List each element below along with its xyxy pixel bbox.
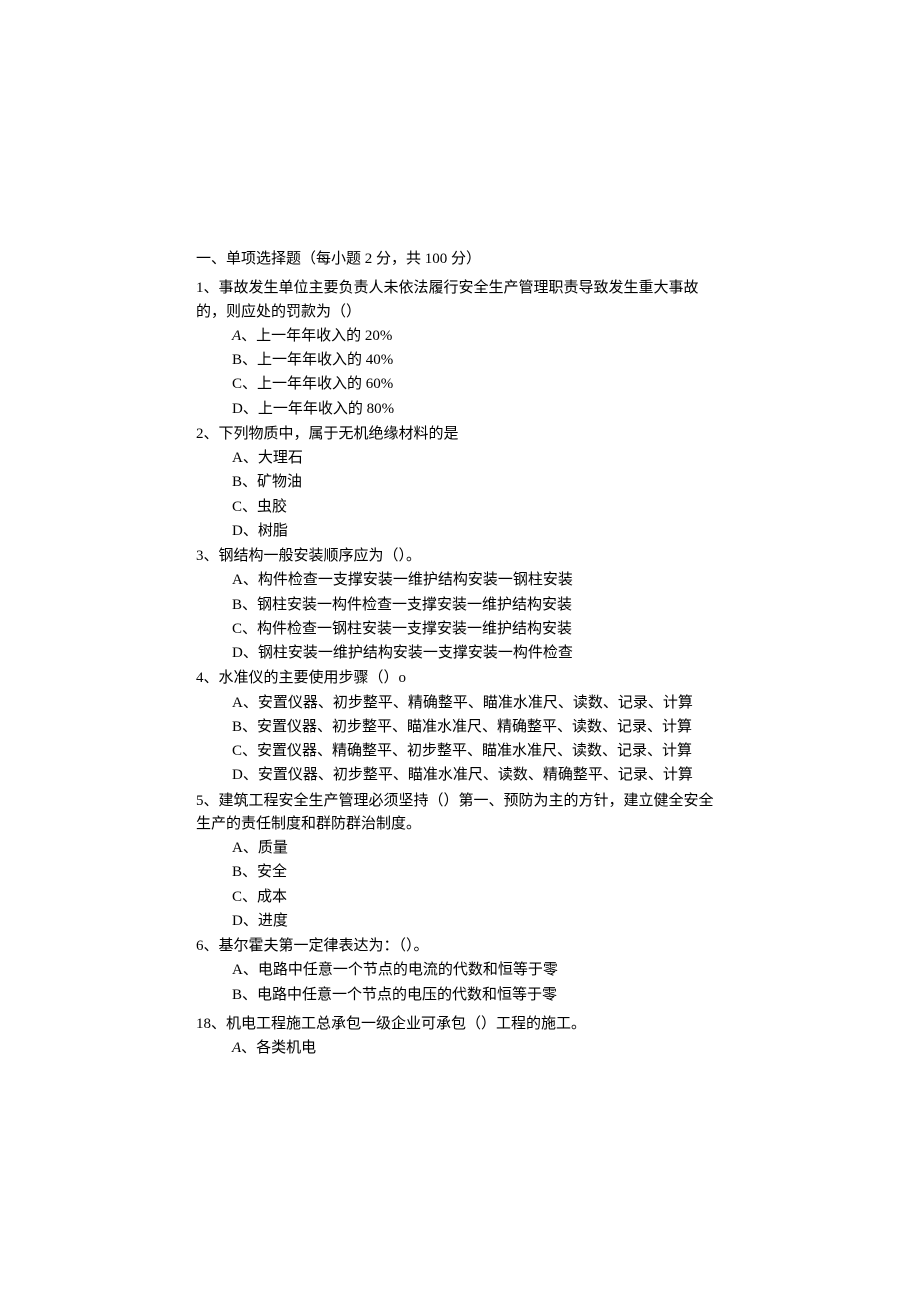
option-label: B	[232, 719, 242, 735]
option-text: 、构件检查一钢柱安装一支撑安装一维护结构安装	[242, 621, 572, 637]
question-5-option-c: C、成本	[232, 886, 724, 909]
option-text: 、树脂	[243, 523, 288, 539]
question-2-option-b: B、矿物油	[232, 471, 724, 494]
question-4-stem: 4、水准仪的主要使用步骤（）o	[196, 667, 724, 690]
question-6-option-b: B、电路中任意一个节点的电压的代数和恒等于零	[232, 984, 724, 1007]
option-text: 、上一年年收入的 60%	[242, 376, 393, 392]
question-4-option-d: D、安置仪器、初步整平、瞄准水准尺、读数、精确整平、记录、计算	[232, 764, 724, 787]
option-text: 、成本	[242, 889, 287, 905]
option-text: 、钢柱安装一维护结构安装一支撑安装一构件检查	[243, 645, 573, 661]
option-label: A	[232, 962, 243, 978]
option-label: A	[232, 1040, 241, 1056]
question-18: 18、机电工程施工总承包一级企业可承包（）工程的施工。 A、各类机电	[196, 1013, 724, 1061]
section-title: 一、单项选择题（每小题 2 分，共 100 分）	[196, 248, 724, 271]
option-label: C	[232, 621, 242, 637]
option-label: A	[232, 840, 243, 856]
question-2-option-a: A、大理石	[232, 447, 724, 470]
option-label: B	[232, 597, 242, 613]
option-text: 、安置仪器、精确整平、初步整平、瞄准水准尺、读数、记录、计算	[242, 743, 692, 759]
option-text: 、质量	[243, 840, 288, 856]
option-label: A	[232, 328, 241, 344]
option-text: 、钢柱安装一构件检查一支撑安装一维护结构安装	[242, 597, 572, 613]
option-text: 、大理石	[243, 450, 303, 466]
question-6-stem: 6、基尔霍夫第一定律表达为：（）。	[196, 935, 724, 958]
option-text: 、电路中任意一个节点的电压的代数和恒等于零	[242, 987, 557, 1003]
question-2-stem: 2、下列物质中，属于无机绝缘材料的是	[196, 423, 724, 446]
question-5-stem: 5、建筑工程安全生产管理必须坚持（）第一、预防为主的方针，建立健全安全生产的责任…	[196, 790, 724, 837]
question-4: 4、水准仪的主要使用步骤（）o A、安置仪器、初步整平、精确整平、瞄准水准尺、读…	[196, 667, 724, 787]
option-label: C	[232, 743, 242, 759]
option-label: C	[232, 889, 242, 905]
option-label: D	[232, 767, 243, 783]
question-5-option-d: D、进度	[232, 910, 724, 933]
option-text: 、安全	[242, 864, 287, 880]
question-3-option-a: A、构件检查一支撑安装一维护结构安装一钢柱安装	[232, 569, 724, 592]
option-text: 、进度	[243, 913, 288, 929]
question-18-stem: 18、机电工程施工总承包一级企业可承包（）工程的施工。	[196, 1013, 724, 1036]
question-3-stem: 3、钢结构一般安装顺序应为（）。	[196, 545, 724, 568]
question-2: 2、下列物质中，属于无机绝缘材料的是 A、大理石 B、矿物油 C、虫胶 D、树脂	[196, 423, 724, 543]
question-4-option-a: A、安置仪器、初步整平、精确整平、瞄准水准尺、读数、记录、计算	[232, 692, 724, 715]
question-3: 3、钢结构一般安装顺序应为（）。 A、构件检查一支撑安装一维护结构安装一钢柱安装…	[196, 545, 724, 665]
option-text: 、电路中任意一个节点的电流的代数和恒等于零	[243, 962, 558, 978]
question-2-option-c: C、虫胶	[232, 496, 724, 519]
question-3-option-c: C、构件检查一钢柱安装一支撑安装一维护结构安装	[232, 618, 724, 641]
option-text: 、安置仪器、初步整平、瞄准水准尺、精确整平、读数、记录、计算	[242, 719, 692, 735]
option-text: 、矿物油	[242, 474, 302, 490]
option-label: A	[232, 695, 243, 711]
option-label: A	[232, 450, 243, 466]
option-label: D	[232, 401, 243, 417]
option-label: A	[232, 572, 243, 588]
option-label: D	[232, 523, 243, 539]
option-text: 、虫胶	[242, 499, 287, 515]
option-label: B	[232, 987, 242, 1003]
option-label: D	[232, 913, 243, 929]
question-1-option-b: B、上一年年收入的 40%	[232, 349, 724, 372]
option-label: C	[232, 376, 242, 392]
question-1-stem: 1、事故发生单位主要负责人未依法履行安全生产管理职责导致发生重大事故的，则应处的…	[196, 277, 724, 324]
question-2-option-d: D、树脂	[232, 520, 724, 543]
option-text: 、安置仪器、初步整平、精确整平、瞄准水准尺、读数、记录、计算	[243, 695, 693, 711]
option-text: 、构件检查一支撑安装一维护结构安装一钢柱安装	[243, 572, 573, 588]
option-text: 、安置仪器、初步整平、瞄准水准尺、读数、精确整平、记录、计算	[243, 767, 693, 783]
option-label: C	[232, 499, 242, 515]
question-5-option-a: A、质量	[232, 837, 724, 860]
question-1-option-d: D、上一年年收入的 80%	[232, 398, 724, 421]
question-5: 5、建筑工程安全生产管理必须坚持（）第一、预防为主的方针，建立健全安全生产的责任…	[196, 790, 724, 934]
question-1-option-a: A、上一年年收入的 20%	[232, 325, 724, 348]
option-text: 、上一年年收入的 80%	[243, 401, 394, 417]
question-3-option-b: B、钢柱安装一构件检查一支撑安装一维护结构安装	[232, 594, 724, 617]
option-label: B	[232, 474, 242, 490]
question-3-option-d: D、钢柱安装一维护结构安装一支撑安装一构件检查	[232, 642, 724, 665]
option-label: D	[232, 645, 243, 661]
question-18-option-a: A、各类机电	[232, 1037, 724, 1060]
question-6: 6、基尔霍夫第一定律表达为：（）。 A、电路中任意一个节点的电流的代数和恒等于零…	[196, 935, 724, 1007]
question-4-option-b: B、安置仪器、初步整平、瞄准水准尺、精确整平、读数、记录、计算	[232, 716, 724, 739]
question-6-option-a: A、电路中任意一个节点的电流的代数和恒等于零	[232, 959, 724, 982]
option-label: B	[232, 864, 242, 880]
option-text: 、上一年年收入的 40%	[242, 352, 393, 368]
question-5-option-b: B、安全	[232, 861, 724, 884]
question-1: 1、事故发生单位主要负责人未依法履行安全生产管理职责导致发生重大事故的，则应处的…	[196, 277, 724, 421]
option-text: 、上一年年收入的 20%	[241, 328, 392, 344]
question-1-option-c: C、上一年年收入的 60%	[232, 373, 724, 396]
question-4-option-c: C、安置仪器、精确整平、初步整平、瞄准水准尺、读数、记录、计算	[232, 740, 724, 763]
option-text: 、各类机电	[241, 1040, 316, 1056]
option-label: B	[232, 352, 242, 368]
